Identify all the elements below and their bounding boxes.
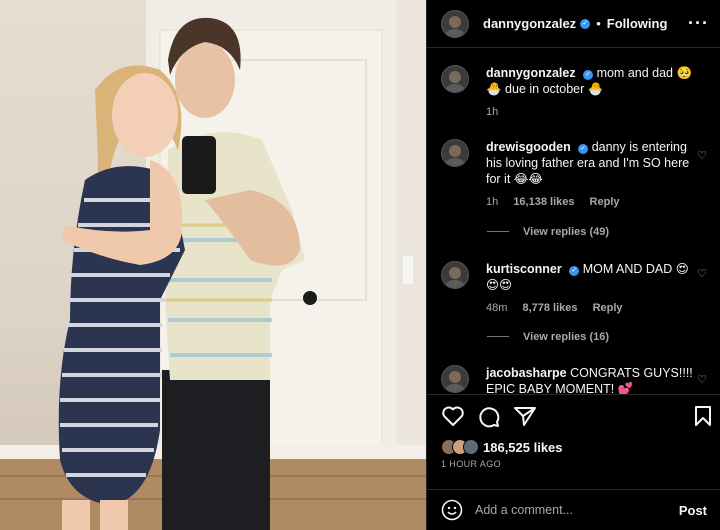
save-bookmark-icon[interactable]	[693, 405, 713, 427]
separator-dot: •	[596, 16, 601, 31]
verified-badge-icon: ✓	[569, 266, 580, 276]
man-face	[175, 42, 235, 118]
reply-button[interactable]: Reply	[593, 302, 623, 314]
liker-avatar	[463, 439, 479, 455]
comments-list[interactable]: dannygonzalez ✓ mom and dad 🥺 🐣 due in o…	[427, 49, 720, 394]
share-send-icon[interactable]	[513, 405, 537, 427]
more-icon[interactable]: ···	[688, 13, 709, 34]
avatar[interactable]	[441, 65, 469, 93]
verified-badge-icon: ✓	[578, 144, 589, 154]
like-heart-icon[interactable]	[441, 405, 465, 427]
following-button[interactable]: Following	[607, 16, 668, 31]
author-username[interactable]: dannygonzalez	[483, 16, 576, 31]
couple-photo-illustration	[0, 0, 426, 530]
view-replies-button[interactable]: View replies (16)	[487, 331, 609, 343]
caption-time[interactable]: 1h	[486, 106, 498, 118]
comment-username[interactable]: drewisgooden	[486, 140, 571, 154]
post-header: dannygonzalez ✓ • Following ···	[427, 0, 720, 48]
add-comment-input[interactable]	[475, 503, 679, 517]
comment-username[interactable]: jacobasharpe	[486, 366, 567, 380]
add-comment-bar: Post	[427, 489, 720, 530]
like-comment-heart-icon[interactable]: ♡	[697, 149, 707, 162]
post-actions: 186,525 likes 1 HOUR AGO	[427, 394, 720, 490]
like-comment-heart-icon[interactable]: ♡	[697, 373, 707, 386]
comment-likes[interactable]: 8,778 likes	[522, 302, 577, 314]
woman-face	[112, 73, 178, 157]
post-comment-button[interactable]: Post	[679, 503, 707, 518]
emoji-icon[interactable]	[441, 499, 463, 521]
like-comment-heart-icon[interactable]: ♡	[697, 267, 707, 280]
phone	[182, 136, 216, 194]
avatar[interactable]	[441, 365, 469, 393]
comment-time[interactable]: 1h	[486, 196, 498, 208]
post-timestamp[interactable]: 1 HOUR AGO	[441, 459, 501, 469]
reply-button[interactable]: Reply	[590, 196, 620, 208]
view-replies-button[interactable]: View replies (49)	[487, 226, 609, 238]
woman-legs	[62, 500, 90, 530]
light-switch	[401, 254, 415, 286]
post-side-panel: dannygonzalez ✓ • Following ··· dannygon…	[426, 0, 720, 530]
likes-summary[interactable]: 186,525 likes	[441, 439, 563, 455]
comment-time[interactable]: 48m	[486, 302, 507, 314]
avatar[interactable]	[441, 261, 469, 289]
comment-likes[interactable]: 16,138 likes	[513, 196, 574, 208]
verified-badge-icon: ✓	[580, 18, 591, 29]
comment-bubble-icon[interactable]	[477, 405, 501, 429]
avatar[interactable]	[441, 139, 469, 167]
verified-badge-icon: ✓	[583, 70, 594, 80]
likes-count[interactable]: 186,525 likes	[483, 440, 563, 455]
man-pants	[162, 370, 270, 530]
comment-username[interactable]: kurtisconner	[486, 262, 562, 276]
caption-username[interactable]: dannygonzalez	[486, 66, 576, 80]
avatar[interactable]	[441, 9, 469, 38]
door-knob	[303, 291, 317, 305]
post-photo[interactable]	[0, 0, 426, 530]
